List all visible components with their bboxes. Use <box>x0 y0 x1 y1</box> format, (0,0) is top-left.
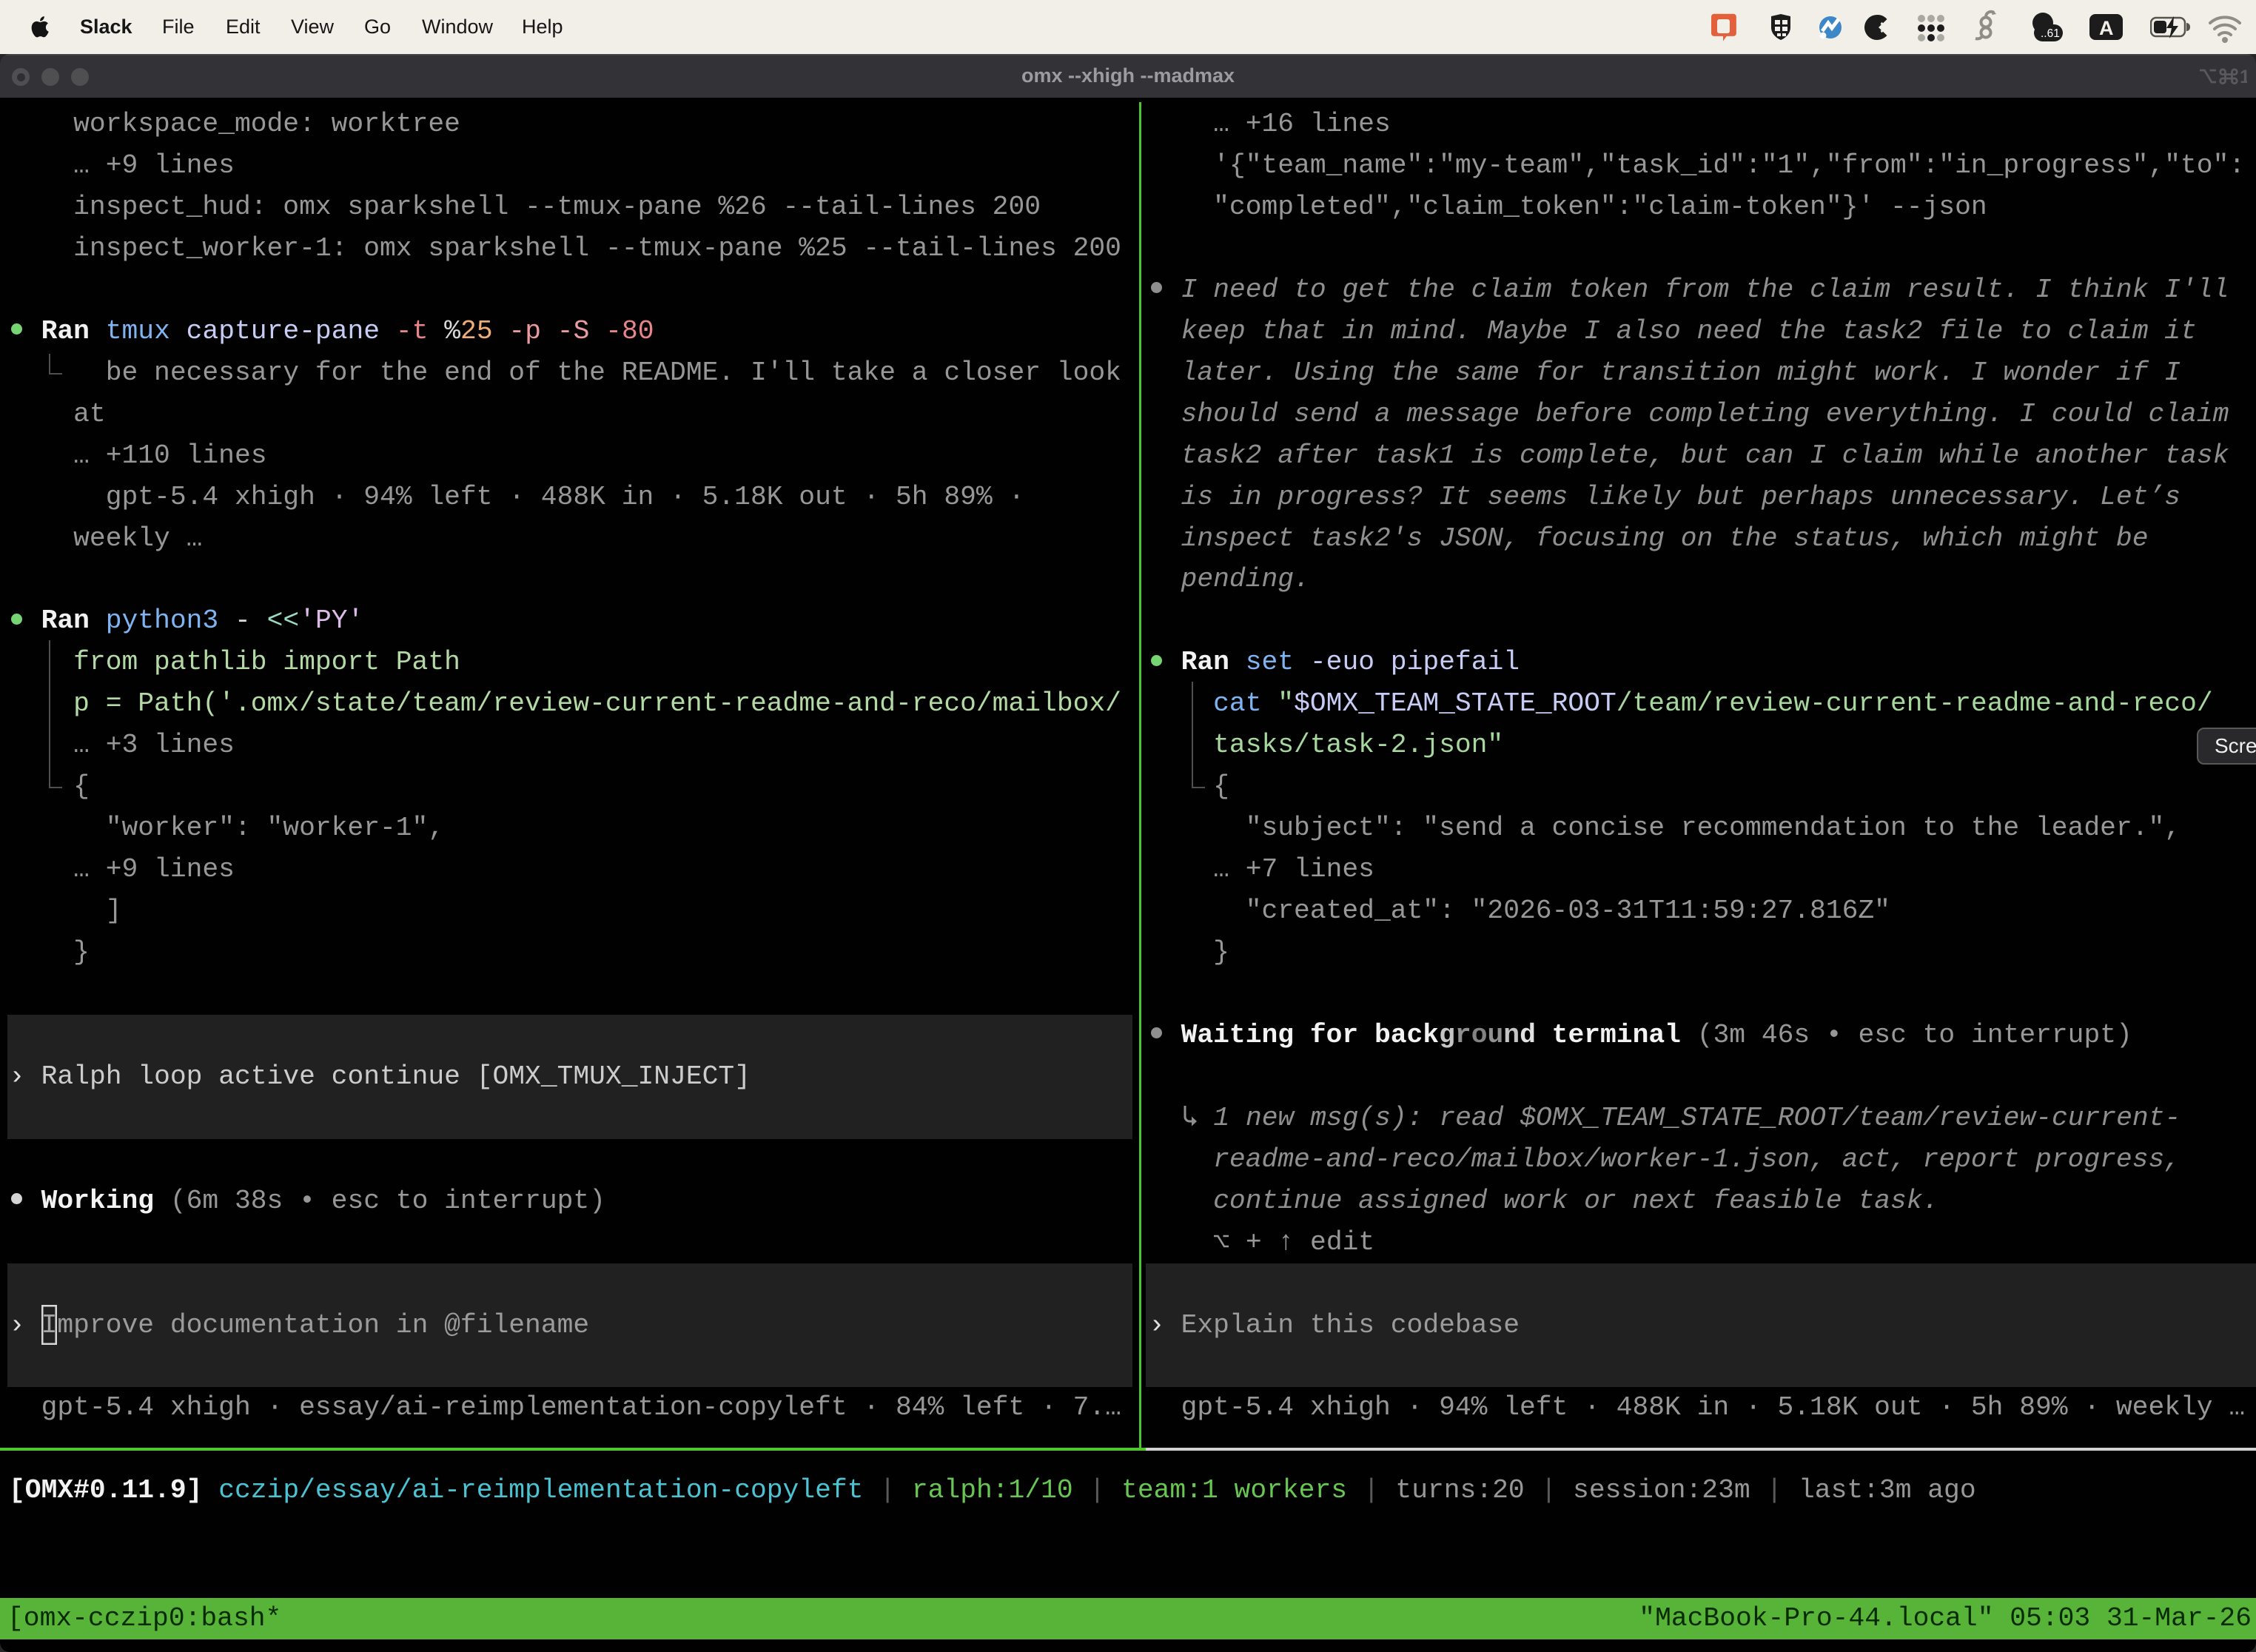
svg-text:A: A <box>2099 17 2114 39</box>
svg-text:..61: ..61 <box>2041 27 2060 40</box>
svg-text:1: 1 <box>2240 67 2247 86</box>
